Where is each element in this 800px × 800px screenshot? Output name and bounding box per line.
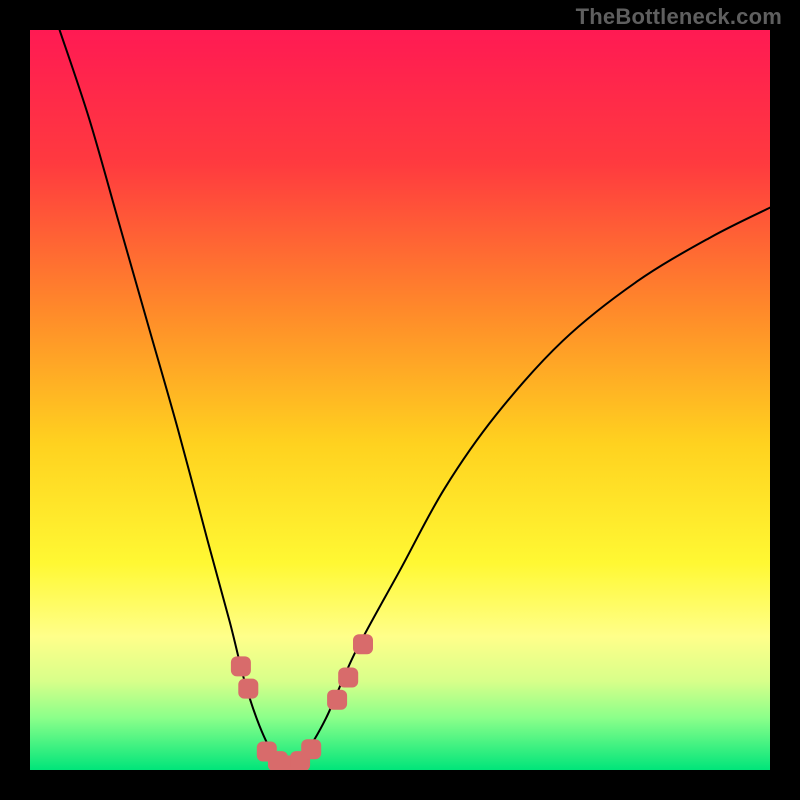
gradient-background	[30, 30, 770, 770]
marker-point	[231, 656, 251, 676]
watermark-text: TheBottleneck.com	[576, 4, 782, 30]
plot-area	[30, 30, 770, 770]
marker-point	[238, 679, 258, 699]
marker-point	[301, 739, 321, 759]
chart-svg	[30, 30, 770, 770]
marker-point	[327, 690, 347, 710]
marker-point	[353, 634, 373, 654]
marker-point	[338, 668, 358, 688]
chart-frame: TheBottleneck.com	[0, 0, 800, 800]
